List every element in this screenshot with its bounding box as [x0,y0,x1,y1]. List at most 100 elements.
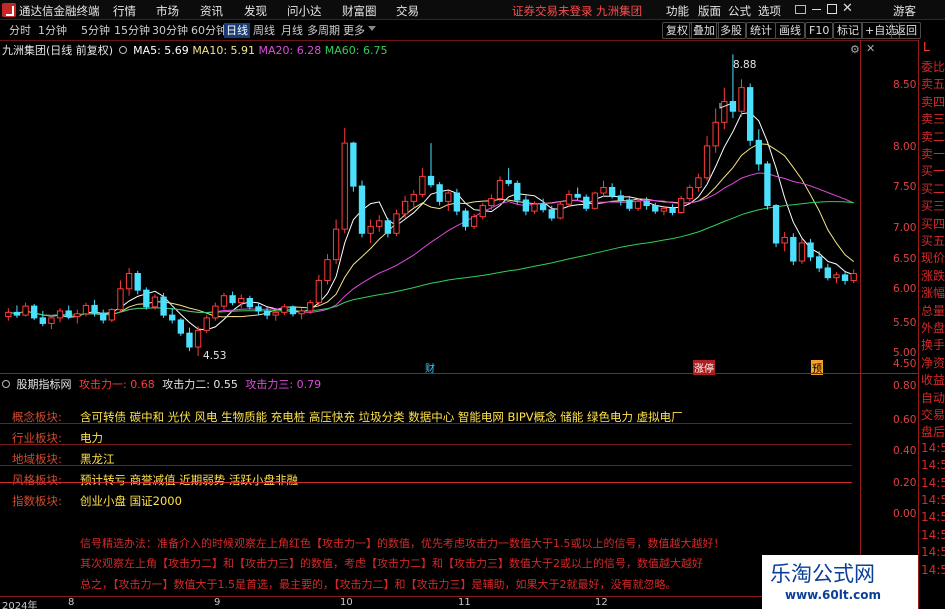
candle-body [22,305,29,316]
attack-power-2: 攻击力二: 0.55 [162,378,238,391]
period-multi[interactable]: 多周期 [305,23,342,38]
rail-item: 14:5 [921,562,945,577]
rail-item: 买二 [921,181,945,196]
more-dropdown-icon[interactable] [368,26,376,31]
candle-body [56,310,64,319]
candle-body [850,273,857,281]
period-30min[interactable]: 30分钟 [150,23,190,38]
back-button[interactable]: 返回 [891,22,921,39]
period-1min[interactable]: 1分钟 [36,23,69,38]
period-more[interactable]: 更多 [341,23,367,38]
kline-chart[interactable] [0,40,882,374]
minimize-icon[interactable] [812,9,821,10]
period-timeshare[interactable]: 分时 [7,23,33,38]
candle-body [143,289,150,308]
period-daily[interactable]: 日线 [224,23,250,38]
indicator-header: 股期指标网 攻击力一: 0.68 攻击力二: 0.55 攻击力三: 0.79 [2,376,321,392]
candle-body [514,182,521,201]
rail-item: 14:5 [921,510,945,525]
menu-item-news[interactable]: 资讯 [200,3,223,19]
candle-body [272,311,279,316]
date-tick: 11 [458,597,471,608]
menu-item-discover[interactable]: 发现 [244,3,267,19]
candle-body [548,209,555,219]
period-monthly[interactable]: 月线 [279,23,305,38]
chart-settings-icon[interactable]: ⚙ [850,43,860,56]
high-price-label: 8.88 [733,59,757,71]
candle-body [177,319,185,334]
f10-button[interactable]: F10 [805,22,834,39]
indicator-settings-icon[interactable] [2,380,10,388]
period-weekly[interactable]: 周线 [251,23,277,38]
candle-body [220,295,228,307]
menu-item-layout[interactable]: 版面 [698,3,721,19]
candle-body [186,332,193,348]
price-axis: 8.50 8.00 7.50 7.00 6.50 6.00 5.50 5.00 … [860,40,917,374]
chart-top-border [0,40,918,41]
site-watermark: 乐淘公式网 www.60lt.com [762,555,918,609]
adjust-button[interactable]: 复权 [662,22,692,39]
candle-body [100,312,107,321]
row-key: 指数板块: [12,494,62,508]
indicator-tick: 0.40 [893,445,917,457]
menu-item-function[interactable]: 功能 [666,3,689,19]
menu-item-formula[interactable]: 公式 [728,3,751,19]
mark-button[interactable]: 标记 [833,22,863,39]
window-restore-icon[interactable] [795,5,806,14]
candle-body [427,175,435,186]
candle-body [790,236,797,262]
menu-item-quotes[interactable]: 行情 [113,3,136,19]
candle-body [358,185,366,234]
menu-item-trade[interactable]: 交易 [396,3,419,19]
menu-item-wealth-circle[interactable]: 财富圈 [342,3,377,19]
candle-body [48,317,55,324]
close-icon[interactable]: ✕ [842,1,853,16]
candle-body [74,313,81,318]
rail-item: 现价 [921,251,945,266]
candle-body [686,186,693,200]
indicator-tick: 0.60 [893,414,917,426]
candle-body [160,296,167,316]
period-5min[interactable]: 5分钟 [79,23,112,38]
candle-body [13,311,21,316]
menu-item-ask[interactable]: 问小达 [287,3,322,19]
rail-item: 外盘 [921,321,945,335]
period-15min[interactable]: 15分钟 [112,23,152,38]
candle-body [367,225,374,234]
candle-body [721,100,728,123]
candle-body [401,200,409,215]
candle-body [246,297,254,308]
rail-item: 14:5 [921,545,945,560]
attack-power-1: 攻击力一: 0.68 [79,378,155,391]
overlay-button[interactable]: 叠加 [689,22,719,39]
candle-body [134,273,141,291]
candle-body [807,242,814,258]
period-60min[interactable]: 60分钟 [189,23,229,38]
menu-item-options[interactable]: 选项 [758,3,781,19]
maximize-icon[interactable] [827,4,837,14]
indicator-name[interactable]: 股期指标网 [17,378,72,391]
candle-body [169,314,176,321]
rail-collapse-icon[interactable]: L [919,40,945,56]
stats-button[interactable]: 统计 [746,22,776,39]
candle-body [470,216,478,227]
candle-body [108,309,116,321]
draw-line-button[interactable]: 画线 [775,22,805,39]
candle-body [393,213,400,234]
multi-stock-button[interactable]: 多股 [716,22,746,39]
rail-item: 买三 [921,199,945,214]
ma-settings-icon[interactable] [118,46,127,54]
watermark-title: 乐淘公式网 [770,562,875,586]
price-tick: 7.50 [893,181,917,193]
candle-body [341,142,348,230]
candle-body [746,87,754,141]
row-value: 创业小盘 国证2000 [80,494,182,508]
candle-body [660,207,668,212]
user-guest[interactable]: 游客 [893,3,916,19]
rail-item: 委比 [921,60,945,74]
price-tick: 6.50 [893,253,917,265]
menu-item-market[interactable]: 市场 [156,3,179,19]
note-line: 总之，【攻击力一】数值大于1.5是首选，最主要的，【攻击力二】和【攻击力三】是辅… [80,578,677,591]
candle-body [445,192,452,202]
candle-body [539,203,547,211]
